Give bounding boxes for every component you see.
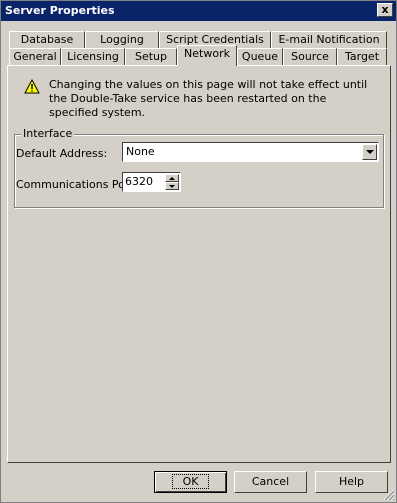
- tab-general[interactable]: General: [9, 48, 61, 66]
- warning-icon: [24, 79, 40, 94]
- tab-logging[interactable]: Logging: [85, 31, 159, 49]
- spin-down-icon[interactable]: [165, 182, 179, 190]
- communications-port-value[interactable]: 6320: [125, 175, 153, 188]
- default-address-value: None: [126, 145, 155, 158]
- network-tab-panel: Changing the values on this page will no…: [7, 65, 391, 463]
- communications-port-spinner[interactable]: 6320: [122, 172, 181, 192]
- window-title: Server Properties: [5, 4, 115, 17]
- cancel-button[interactable]: Cancel: [234, 471, 307, 493]
- server-properties-window: Server Properties x Database Logging Scr…: [0, 0, 397, 503]
- default-address-dropdown[interactable]: None: [122, 142, 379, 162]
- chevron-down-icon[interactable]: [362, 144, 377, 160]
- restart-notice-text: Changing the values on this page will no…: [49, 78, 368, 119]
- tab-queue[interactable]: Queue: [237, 48, 283, 66]
- spin-up-icon[interactable]: [165, 174, 179, 182]
- ok-button[interactable]: OK: [154, 471, 227, 493]
- default-address-label: Default Address:: [16, 147, 108, 160]
- tab-network[interactable]: Network: [177, 45, 237, 66]
- tab-target[interactable]: Target: [337, 48, 387, 66]
- tab-licensing[interactable]: Licensing: [61, 48, 125, 66]
- communications-port-label: Communications Port:: [16, 178, 138, 191]
- ok-button-label: OK: [171, 474, 210, 489]
- tab-email-notification[interactable]: E-mail Notification: [271, 31, 387, 49]
- tab-database[interactable]: Database: [9, 31, 85, 49]
- help-button[interactable]: Help: [315, 471, 388, 493]
- close-button[interactable]: x: [377, 3, 393, 17]
- title-bar[interactable]: Server Properties x: [1, 1, 396, 21]
- interface-group-title: Interface: [21, 127, 75, 140]
- resize-grip-icon[interactable]: [383, 489, 395, 501]
- tab-setup[interactable]: Setup: [125, 48, 177, 66]
- tab-source[interactable]: Source: [283, 48, 337, 66]
